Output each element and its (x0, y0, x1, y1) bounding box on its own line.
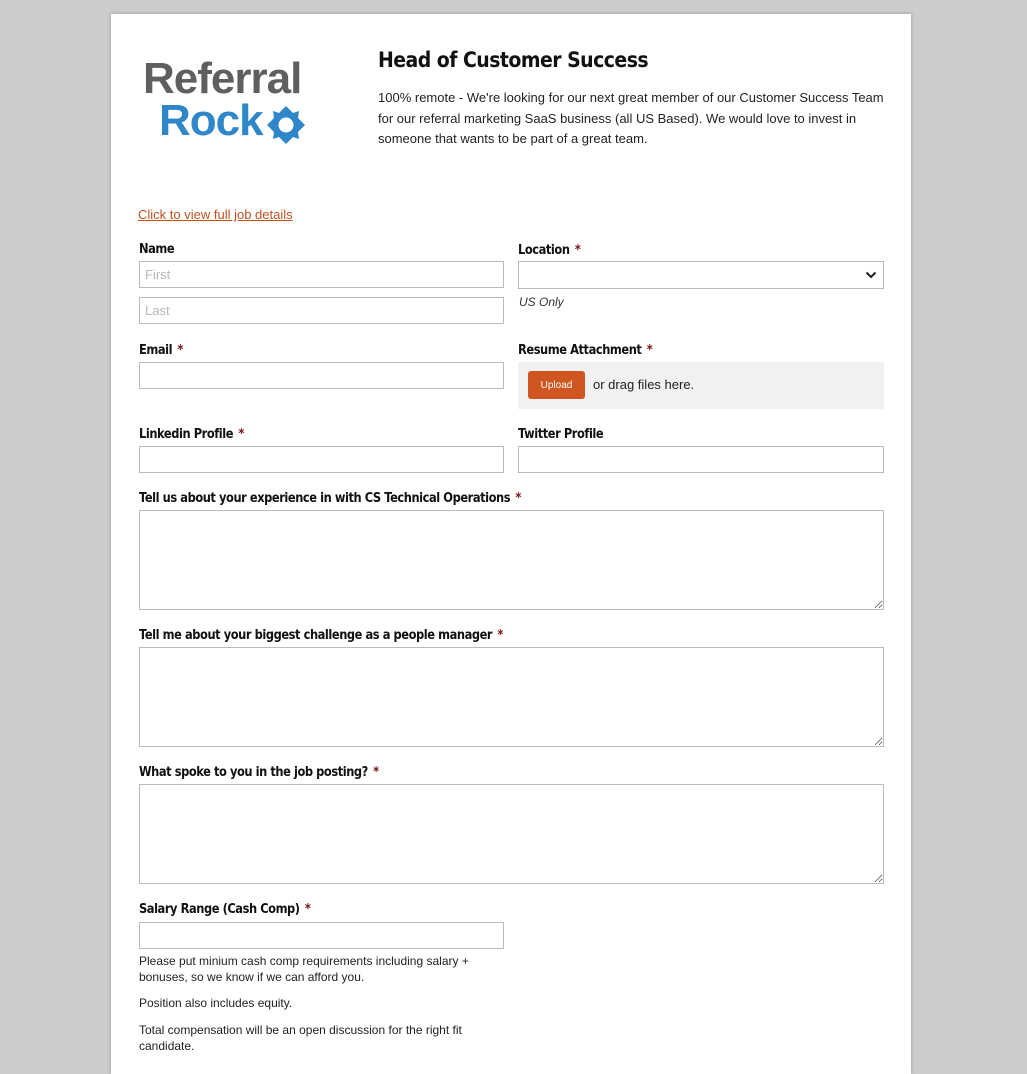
upload-button[interactable]: Upload (528, 371, 585, 399)
salary-note-1: Please put minium cash comp requirements… (139, 954, 469, 984)
required-marker: * (574, 243, 581, 258)
gear-icon (267, 106, 305, 144)
logo-text-line2: Rock (159, 96, 264, 145)
required-marker: * (373, 765, 379, 780)
salary-label-text: Salary Range (Cash Comp) (139, 902, 300, 917)
challenge-question-label: Tell me about your biggest challenge as … (139, 628, 503, 643)
challenge-textarea[interactable] (139, 647, 884, 747)
location-select[interactable] (518, 261, 884, 289)
chevron-down-icon (865, 271, 877, 279)
required-marker: * (515, 491, 521, 506)
drag-files-text: or drag files here. (593, 377, 695, 392)
challenge-question-text: Tell me about your biggest challenge as … (139, 628, 493, 643)
experience-question-label: Tell us about your experience in with CS… (139, 491, 521, 506)
resume-label: Resume Attachment * (518, 343, 653, 358)
view-job-details-link[interactable]: Click to view full job details (138, 207, 293, 222)
salary-note-2: Position also includes equity. (139, 996, 293, 1010)
referral-rock-logo: Referral Rock (143, 54, 333, 164)
job-posting-textarea[interactable] (139, 784, 884, 884)
email-input[interactable] (139, 362, 504, 389)
twitter-label-text: Twitter Profile (518, 427, 604, 442)
linkedin-label: Linkedin Profile * (139, 427, 244, 442)
location-label: Location * (518, 243, 581, 258)
job-posting-question-text: What spoke to you in the job posting? (139, 765, 368, 780)
name-label: Name (139, 242, 175, 257)
required-marker: * (646, 343, 653, 358)
job-posting-question-label: What spoke to you in the job posting? * (139, 765, 379, 780)
required-marker: * (238, 427, 244, 442)
job-title: Head of Customer Success (378, 48, 649, 72)
location-hint: US Only (519, 295, 564, 309)
salary-note-3: Total compensation will be an open discu… (139, 1023, 462, 1053)
salary-input[interactable] (139, 922, 504, 949)
experience-question-text: Tell us about your experience in with CS… (139, 491, 511, 506)
required-marker: * (304, 902, 311, 917)
name-label-text: Name (139, 242, 175, 257)
resume-drop-zone[interactable]: Upload or drag files here. (518, 362, 884, 409)
location-label-text: Location (518, 243, 570, 258)
twitter-label: Twitter Profile (518, 427, 604, 442)
resume-label-text: Resume Attachment (518, 343, 642, 358)
linkedin-label-text: Linkedin Profile (139, 427, 234, 442)
required-marker: * (177, 343, 183, 358)
linkedin-input[interactable] (139, 446, 504, 473)
first-name-input[interactable] (139, 261, 504, 288)
last-name-input[interactable] (139, 297, 504, 324)
email-label: Email * (139, 343, 183, 358)
application-card: Referral Rock Head of Customer Success 1… (111, 14, 911, 1074)
salary-label: Salary Range (Cash Comp) * (139, 902, 311, 917)
experience-textarea[interactable] (139, 510, 884, 610)
job-summary: 100% remote - We're looking for our next… (378, 90, 884, 146)
twitter-input[interactable] (518, 446, 884, 473)
required-marker: * (497, 628, 503, 643)
email-label-text: Email (139, 343, 173, 358)
